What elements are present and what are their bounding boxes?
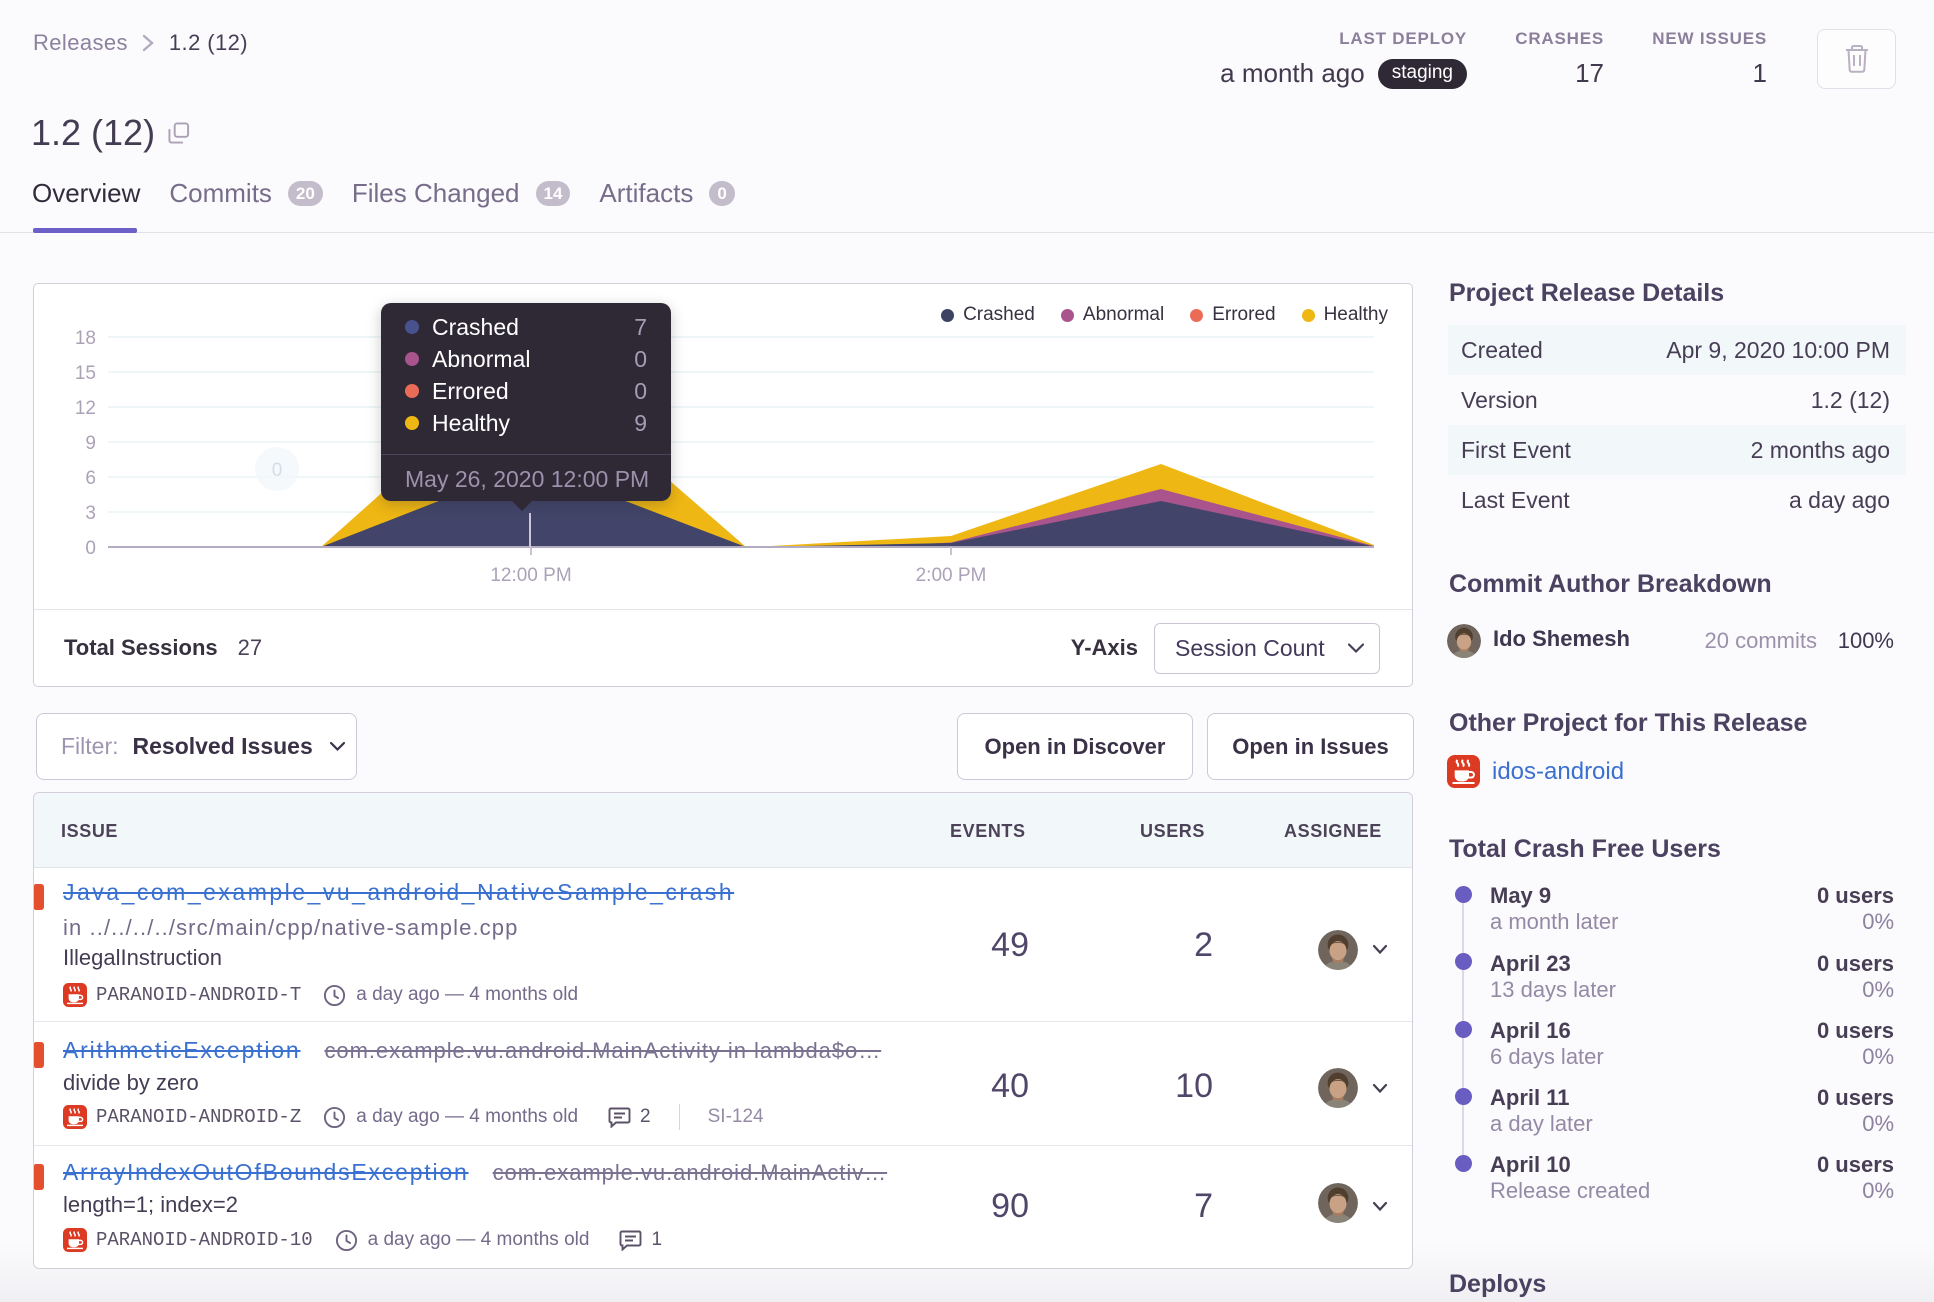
svg-text:0: 0 xyxy=(272,460,283,481)
svg-text:0: 0 xyxy=(85,538,96,559)
svg-text:3: 3 xyxy=(85,503,96,524)
svg-text:2:00 PM: 2:00 PM xyxy=(916,565,987,586)
svg-text:6: 6 xyxy=(85,468,96,489)
svg-text:18: 18 xyxy=(75,328,96,349)
svg-text:15: 15 xyxy=(75,363,96,384)
svg-text:9: 9 xyxy=(85,433,96,454)
svg-text:12:00 PM: 12:00 PM xyxy=(490,565,571,586)
svg-text:12: 12 xyxy=(75,398,96,419)
